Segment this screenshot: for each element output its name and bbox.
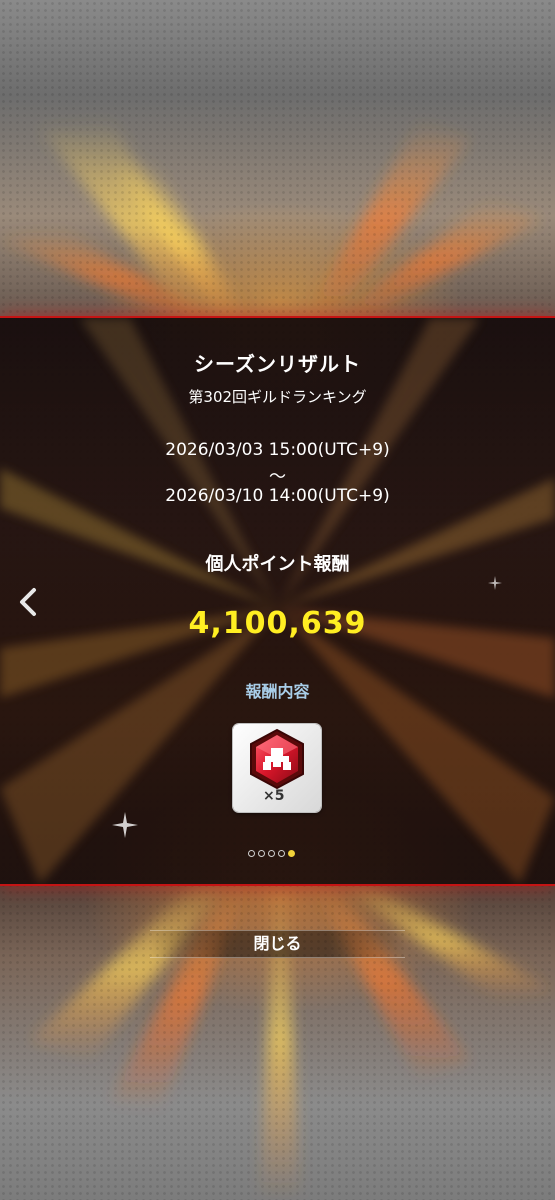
result-panel: シーズンリザルト 第302回ギルドランキング 2026/03/03 15:00(… xyxy=(0,316,555,886)
sparkle-decoration xyxy=(488,576,502,590)
period-separator: 〜 xyxy=(269,467,286,487)
period-end: 2026/03/10 14:00(UTC+9) xyxy=(165,486,390,506)
page-dot-active[interactable] xyxy=(288,850,295,857)
points-value: 4,100,639 xyxy=(188,606,367,641)
reward-item[interactable]: ×5 xyxy=(233,724,321,812)
sparkle-decoration xyxy=(112,812,138,838)
close-button[interactable]: 閉じる xyxy=(150,930,405,958)
page-dot[interactable] xyxy=(268,850,275,857)
page-dot[interactable] xyxy=(278,850,285,857)
page-dot[interactable] xyxy=(248,850,255,857)
page-indicator xyxy=(248,842,298,857)
ranking-name: 第302回ギルドランキング xyxy=(188,388,367,406)
rewards-label: 報酬内容 xyxy=(245,682,310,701)
period-start: 2026/03/03 15:00(UTC+9) xyxy=(165,440,390,460)
points-label: 個人ポイント報酬 xyxy=(205,554,350,575)
result-screen: シーズンリザルト 第302回ギルドランキング 2026/03/03 15:00(… xyxy=(0,0,555,1200)
page-dot[interactable] xyxy=(258,850,265,857)
reward-quantity: ×5 xyxy=(263,788,285,804)
chevron-left-icon xyxy=(20,588,36,616)
dialog-title: シーズンリザルト xyxy=(194,352,361,376)
previous-page-button[interactable] xyxy=(14,584,44,620)
